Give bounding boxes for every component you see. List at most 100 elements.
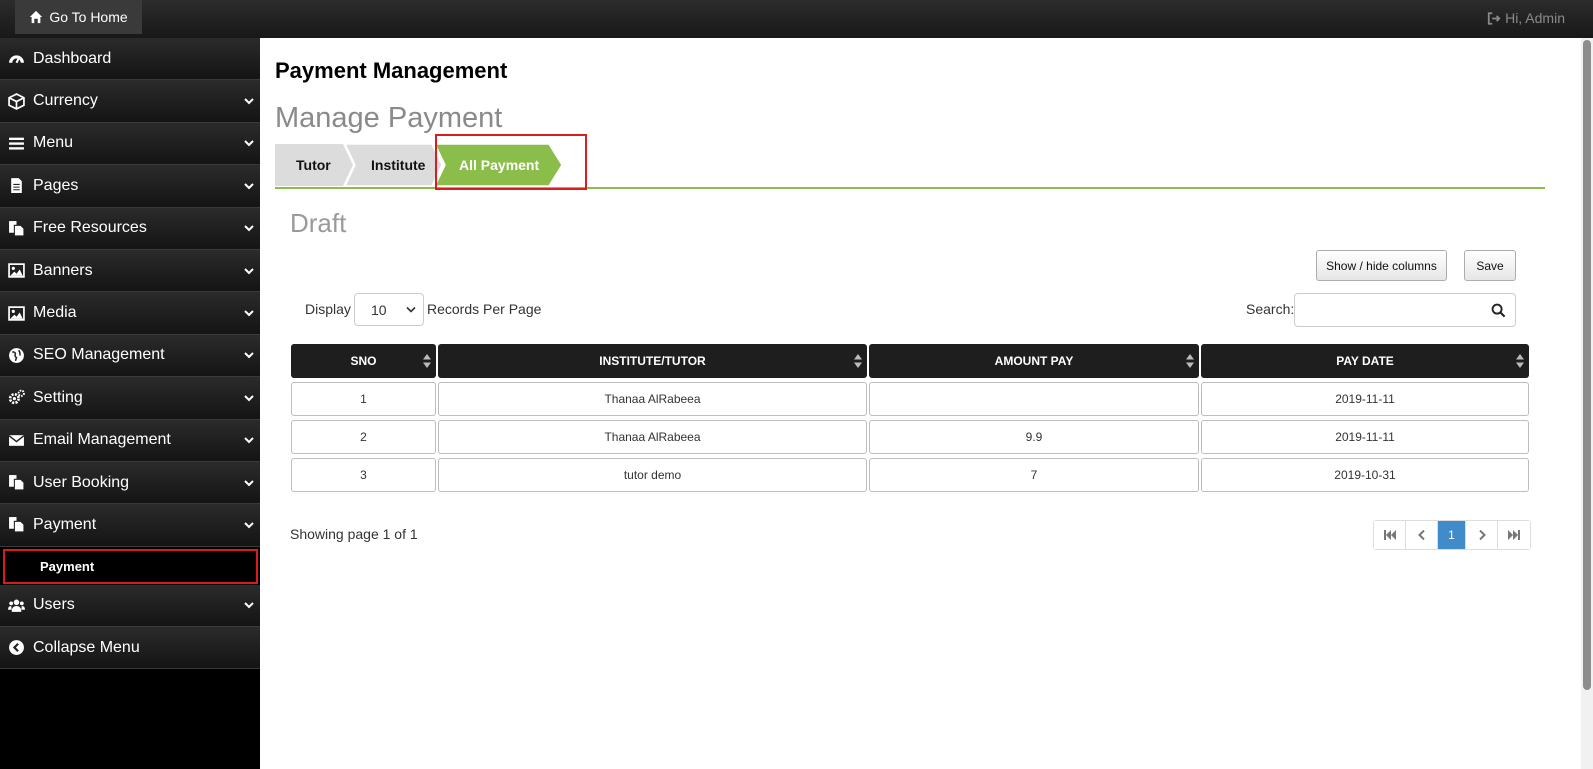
chevron-down-icon <box>244 352 254 359</box>
chevron-down-icon <box>244 140 254 147</box>
sidebar-subitem-payment[interactable]: Payment <box>3 548 258 584</box>
scrollbar-thumb[interactable] <box>1583 40 1591 690</box>
tab-label: Tutor <box>296 157 331 173</box>
sidebar-item-label: Media <box>33 304 77 322</box>
sidebar-item-user-booking[interactable]: User Booking <box>0 461 260 505</box>
first-page-button[interactable] <box>1374 521 1406 549</box>
image-icon <box>7 262 25 280</box>
column-header-institute-tutor[interactable]: INSTITUTE/TUTOR <box>438 344 867 378</box>
column-header-pay-date[interactable]: PAY DATE <box>1201 344 1529 378</box>
search-label: Search: <box>1246 301 1295 317</box>
top-bar: Go To Home Hi, Admin <box>0 0 1593 38</box>
gears-icon <box>7 389 25 407</box>
sidebar-item-menu[interactable]: Menu <box>0 122 260 166</box>
sidebar-item-banners[interactable]: Banners <box>0 249 260 293</box>
sidebar-item-label: Currency <box>33 92 98 110</box>
chevron-right-icon <box>1478 530 1486 540</box>
file-icon <box>7 177 25 195</box>
sidebar-item-free-resources[interactable]: Free Resources <box>0 207 260 250</box>
tab-label: Institute <box>371 157 426 173</box>
sidebar-item-setting[interactable]: Setting <box>0 377 260 420</box>
table-cell: 7 <box>869 458 1199 492</box>
image-icon <box>7 304 25 322</box>
page-1-button[interactable]: 1 <box>1438 521 1466 549</box>
collapse-menu-button[interactable]: Collapse Menu <box>0 627 260 670</box>
vertical-scrollbar[interactable] <box>1581 38 1593 769</box>
sidebar-item-label: SEO Management <box>33 346 165 364</box>
first-page-icon <box>1383 530 1396 540</box>
next-page-button[interactable] <box>1466 521 1498 549</box>
table-cell: 2019-10-31 <box>1201 458 1529 492</box>
chevron-circle-left-icon <box>7 639 25 657</box>
tab-institute[interactable]: Institute <box>345 144 442 186</box>
envelope-icon <box>7 431 25 449</box>
sort-icon <box>1186 354 1194 368</box>
sidebar-item-pages[interactable]: Pages <box>0 165 260 208</box>
sidebar-item-label: Users <box>33 596 75 614</box>
records-per-page-value: 10 <box>371 301 387 318</box>
globe-icon <box>7 346 25 364</box>
sidebar: Dashboard Currency Menu Pages Free Resou… <box>0 38 260 769</box>
highlight-box <box>435 134 587 190</box>
cube-icon <box>7 92 25 110</box>
table-cell <box>869 382 1199 416</box>
sidebar-item-label: Menu <box>33 134 74 152</box>
column-header-amount-pay[interactable]: AMOUNT PAY <box>869 344 1199 378</box>
last-page-button[interactable] <box>1498 521 1530 549</box>
table-cell: Thanaa AlRabeea <box>438 420 867 454</box>
table-cell: 3 <box>291 458 436 492</box>
chevron-down-icon <box>244 479 254 487</box>
chevron-down-icon <box>244 183 254 190</box>
sign-out-icon <box>1487 11 1501 25</box>
sidebar-item-email-management[interactable]: Email Management <box>0 419 260 462</box>
admin-logout-link[interactable]: Hi, Admin <box>1487 10 1565 26</box>
table-cell: Thanaa AlRabeea <box>438 382 867 416</box>
files-icon <box>7 474 25 492</box>
sidebar-item-label: Banners <box>33 261 93 279</box>
page-title: Payment Management <box>275 58 508 83</box>
sidebar-item-users[interactable]: Users <box>0 584 260 628</box>
chevron-down-icon <box>244 267 254 275</box>
chevron-down-icon <box>244 602 254 609</box>
collapse-menu-label: Collapse Menu <box>33 638 140 656</box>
users-icon <box>7 596 25 614</box>
go-to-home-button[interactable]: Go To Home <box>15 0 142 34</box>
draft-heading: Draft <box>290 208 347 238</box>
table-cell: 1 <box>291 382 436 416</box>
column-header-label: INSTITUTE/TUTOR <box>599 354 706 368</box>
records-per-page-select[interactable]: 10 <box>354 293 424 326</box>
sidebar-item-label: User Booking <box>33 473 130 491</box>
sidebar-item-seo-management[interactable]: SEO Management <box>0 334 260 378</box>
show-hide-columns-button[interactable]: Show / hide columns <box>1316 250 1447 281</box>
table-cell: 9.9 <box>869 420 1199 454</box>
sidebar-item-currency[interactable]: Currency <box>0 80 260 123</box>
search-input[interactable] <box>1294 293 1516 327</box>
column-header-label: SNO <box>350 354 377 368</box>
sidebar-item-payment[interactable]: Payment <box>0 504 260 547</box>
tab-tutor[interactable]: Tutor <box>275 144 353 186</box>
chevron-left-icon <box>1417 530 1425 540</box>
chevron-down-icon <box>244 395 254 402</box>
sidebar-item-label: Payment <box>33 515 97 533</box>
search-icon <box>1491 303 1506 318</box>
sidebar-item-media[interactable]: Media <box>0 292 260 335</box>
chevron-down-icon <box>244 522 254 529</box>
chevron-down-icon <box>406 306 416 313</box>
sidebar-item-label: Dashboard <box>33 49 112 67</box>
files-icon <box>7 516 25 534</box>
sidebar-item-label: Email Management <box>33 431 171 449</box>
bars-icon <box>7 134 25 152</box>
home-icon <box>30 10 43 24</box>
sidebar-subitem-payment-row: Payment <box>0 546 260 585</box>
table-cell: 2019-11-11 <box>1201 382 1529 416</box>
save-button[interactable]: Save <box>1464 250 1516 281</box>
sort-icon <box>854 354 862 368</box>
sidebar-item-dashboard[interactable]: Dashboard <box>0 38 260 81</box>
column-header-sno[interactable]: SNO <box>291 344 436 378</box>
column-header-label: AMOUNT PAY <box>994 354 1074 368</box>
go-to-home-label: Go To Home <box>49 9 128 25</box>
admin-label: Hi, Admin <box>1505 10 1565 26</box>
sidebar-item-label: Pages <box>33 176 79 194</box>
column-header-label: PAY DATE <box>1336 354 1394 368</box>
previous-page-button[interactable] <box>1406 521 1438 549</box>
